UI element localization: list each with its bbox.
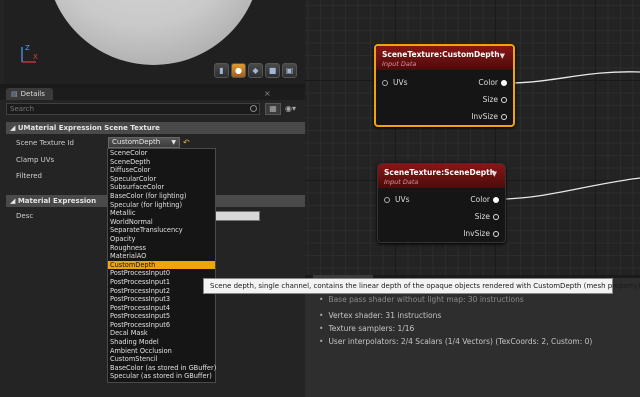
invsize-output-pin[interactable]: InvSize: [471, 112, 507, 121]
chevron-down-icon[interactable]: ▼: [492, 170, 497, 178]
property-matrix-button[interactable]: ▦: [265, 103, 281, 115]
option-postprocessinput1[interactable]: PostProcessInput1: [108, 278, 215, 287]
search-icon: [250, 105, 257, 112]
clamp-uvs-label: Clamp UVs: [16, 156, 55, 164]
pin-icon: [493, 214, 499, 220]
option-specularcolor[interactable]: SpecularColor: [108, 175, 215, 184]
option-postprocessinput5[interactable]: PostProcessInput5: [108, 312, 215, 321]
chevron-down-icon[interactable]: ▼: [500, 52, 505, 60]
option-materialao[interactable]: MaterialAO: [108, 252, 215, 261]
option-scenedepth[interactable]: SceneDepth: [108, 158, 215, 167]
pin-icon: [501, 80, 507, 86]
option-worldnormal[interactable]: WorldNormal: [108, 218, 215, 227]
option-postprocessinput2[interactable]: PostProcessInput2: [108, 287, 215, 296]
option-basecolor-gbuffer[interactable]: BaseColor (as stored in GBuffer): [108, 364, 216, 373]
section-scene-texture-header[interactable]: ◢ UMaterial Expression Scene Texture: [6, 122, 305, 134]
scene-texture-scenedepth-node[interactable]: SceneTexture:SceneDepth Input Data ▼ UVs…: [377, 163, 506, 243]
axis-z-label: Z: [25, 44, 30, 52]
option-basecolor-lighting[interactable]: BaseColor (for lighting): [108, 192, 215, 201]
preview-shape-toolbar: ▮ ● ◆ ■ ▣: [214, 63, 297, 78]
color-output-pin[interactable]: Color: [478, 78, 507, 87]
option-opacity[interactable]: Opacity: [108, 235, 215, 244]
option-customstencil[interactable]: CustomStencil: [108, 355, 215, 364]
uvs-input-pin[interactable]: UVs: [382, 78, 408, 87]
scene-texture-id-options-list: SceneColor SceneDepth DiffuseColor Specu…: [107, 148, 216, 383]
node-subtitle: Input Data: [382, 60, 417, 68]
pin-icon: [501, 114, 507, 120]
cube-preview-icon[interactable]: ■: [265, 63, 280, 78]
stat-line: Base pass shader without light map: 30 i…: [319, 295, 523, 304]
option-diffusecolor[interactable]: DiffuseColor: [108, 166, 215, 175]
view-options-eye-icon[interactable]: ◉▾: [285, 103, 305, 115]
node-subtitle: Input Data: [384, 178, 419, 186]
uvs-input-pin[interactable]: UVs: [384, 195, 410, 204]
node-header: SceneTexture:SceneDepth Input Data ▼: [378, 164, 505, 188]
scene-texture-id-dropdown[interactable]: CustomDepth ▼: [108, 137, 180, 148]
option-postprocessinput6[interactable]: PostProcessInput6: [108, 321, 215, 330]
pin-icon: [493, 231, 499, 237]
axis-x-label: X: [33, 53, 38, 61]
details-search-row: Search ▦ ◉▾: [6, 102, 304, 116]
option-postprocessinput3[interactable]: PostProcessInput3: [108, 295, 215, 304]
reset-to-default-icon[interactable]: ↶: [183, 138, 190, 147]
size-output-pin[interactable]: Size: [475, 212, 499, 221]
preview-sphere: [46, 0, 261, 65]
material-preview-viewport[interactable]: Z X ▮ ● ◆ ■ ▣: [4, 0, 305, 84]
option-specular-lighting[interactable]: Specular (for lighting): [108, 201, 215, 210]
pin-icon: [501, 97, 507, 103]
scene-texture-customdepth-node[interactable]: SceneTexture:CustomDepth Input Data ▼ UV…: [374, 44, 515, 127]
pin-icon: [493, 197, 499, 203]
option-customdepth[interactable]: CustomDepth: [108, 260, 215, 270]
collapse-arrow-icon: ◢: [10, 124, 18, 132]
pin-icon: [384, 197, 390, 203]
size-output-pin[interactable]: Size: [483, 95, 507, 104]
scene-texture-id-label: Scene Texture Id: [16, 139, 74, 147]
plane-preview-icon[interactable]: ◆: [248, 63, 263, 78]
option-roughness[interactable]: Roughness: [108, 244, 215, 253]
option-metallic[interactable]: Metallic: [108, 209, 215, 218]
sphere-preview-icon[interactable]: ●: [231, 63, 246, 78]
tab-details[interactable]: ▤ Details: [6, 88, 53, 100]
option-subsurfacecolor[interactable]: SubsurfaceColor: [108, 183, 215, 192]
option-ambient-occlusion[interactable]: Ambient Occlusion: [108, 347, 215, 356]
close-icon[interactable]: ×: [264, 89, 271, 98]
option-tooltip: Scene depth, single channel, contains th…: [203, 278, 640, 294]
option-scenecolor[interactable]: SceneColor: [108, 149, 215, 158]
desc-label: Desc: [16, 212, 34, 220]
mesh-preview-icon[interactable]: ▣: [282, 63, 297, 78]
chevron-down-icon: ▼: [171, 139, 176, 146]
stat-line: User interpolators: 2/4 Scalars (1/4 Vec…: [319, 337, 592, 346]
filtered-label: Filtered: [16, 172, 42, 180]
details-tab-icon: ▤: [11, 90, 18, 98]
stat-line: Vertex shader: 31 instructions: [319, 311, 441, 320]
option-separatetranslucency[interactable]: SeparateTranslucency: [108, 226, 215, 235]
invsize-output-pin[interactable]: InvSize: [463, 229, 499, 238]
option-postprocessinput0[interactable]: PostProcessInput0: [108, 269, 215, 278]
option-shading-model[interactable]: Shading Model: [108, 338, 215, 347]
cylinder-preview-icon[interactable]: ▮: [214, 63, 229, 78]
search-input[interactable]: Search: [6, 103, 260, 115]
color-output-pin[interactable]: Color: [470, 195, 499, 204]
stat-line: Texture samplers: 1/16: [319, 324, 414, 333]
node-title: SceneTexture:CustomDepth: [382, 50, 500, 59]
option-specular-gbuffer[interactable]: Specular (as stored in GBuffer): [108, 372, 215, 381]
details-tab-label: Details: [20, 90, 45, 98]
option-postprocessinput4[interactable]: PostProcessInput4: [108, 304, 215, 313]
option-decal-mask[interactable]: Decal Mask: [108, 329, 215, 338]
pin-icon: [382, 80, 388, 86]
node-title: SceneTexture:SceneDepth: [384, 168, 496, 177]
node-header: SceneTexture:CustomDepth Input Data ▼: [376, 46, 513, 70]
collapse-arrow-icon: ◢: [10, 197, 18, 205]
details-tab-bar: ▤ Details ×: [0, 88, 305, 100]
axis-gizmo-icon: Z X: [21, 44, 38, 63]
